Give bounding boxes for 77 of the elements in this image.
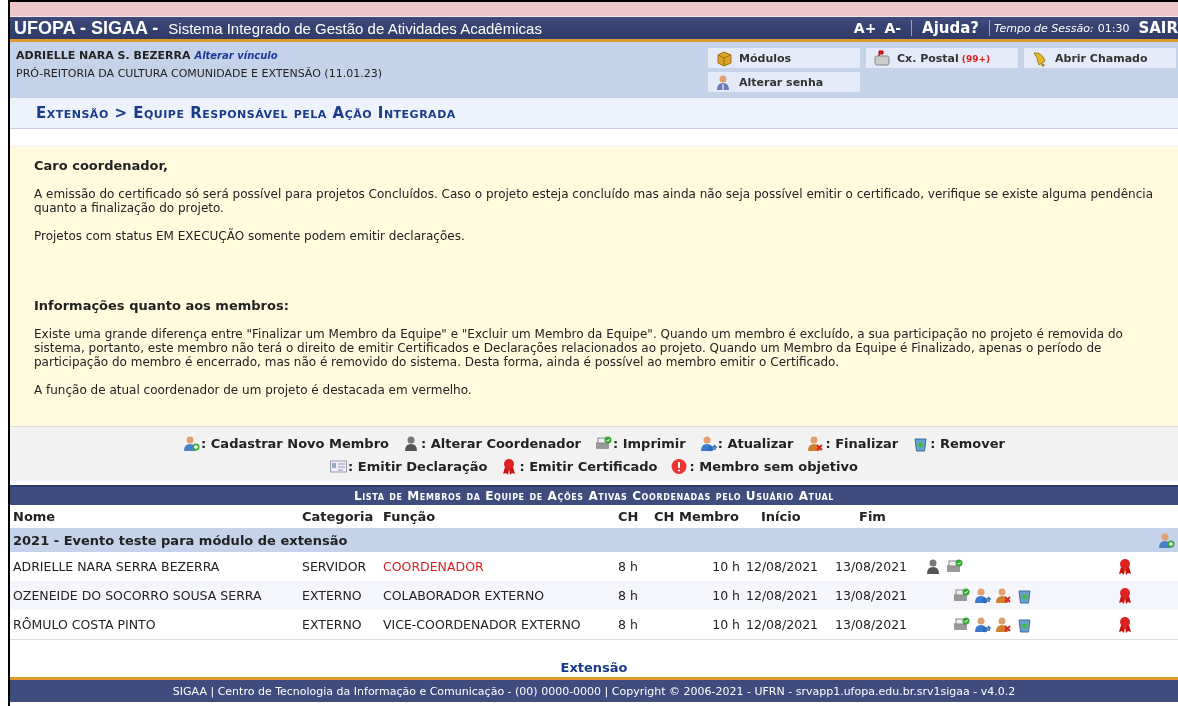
change-link[interactable]: Alterar vínculo	[194, 50, 278, 61]
legend-label: : Atualizar	[717, 436, 794, 451]
legend-label: : Cadastrar Novo Membro	[201, 436, 389, 451]
table-cell: 12/08/2021	[743, 610, 832, 639]
table-cell: SERVIDOR	[299, 552, 380, 581]
table-title: Lista de Membros da Equipe de Ações Ativas Coordenadas pelo Usuário Atual	[10, 486, 1178, 505]
legend-label: : Finalizar	[825, 436, 899, 451]
table-cell: 12/08/2021	[743, 552, 832, 581]
app-title: UFOPA - SIGAA -	[14, 17, 159, 39]
table-cell: ADRIELLE NARA SERRA BEZERRA	[10, 552, 299, 581]
column-header: Fim	[832, 505, 922, 528]
legend-label: : Remover	[930, 436, 1005, 451]
notice-paragraph: A função de atual coordenador de um projeto é destacada em vermelho.	[34, 383, 473, 397]
trash-icon[interactable]	[1016, 616, 1033, 633]
legend-label: : Emitir Declaração	[348, 459, 488, 474]
notice-greeting: Caro coordenador,	[34, 159, 169, 173]
shortcut-link[interactable]: Abrir Chamado	[1024, 48, 1176, 68]
help-link[interactable]: Ajuda?	[922, 19, 980, 37]
person-refresh-icon[interactable]	[974, 587, 991, 604]
table-cell: 8 h	[615, 552, 651, 581]
notice-paragraph: Projetos com status EM EXECUÇÃO somente podem emitir declarações.	[34, 229, 466, 243]
ribbon-icon[interactable]	[1117, 616, 1134, 633]
notice-heading: Informações quanto aos membros:	[34, 299, 290, 313]
column-header: Início	[743, 505, 832, 528]
group-row: 2021 - Evento teste para módulo de extensão	[10, 528, 1102, 552]
app-subtitle: Sistema Integrado de Gestão de Atividades Acadêmicas	[168, 19, 543, 37]
legend-label: : Emitir Certificado	[519, 459, 658, 474]
column-header: Função	[380, 505, 615, 528]
table-cell: 10 h	[651, 552, 743, 581]
font-decrease-link[interactable]: A-	[884, 20, 902, 36]
table-cell: 13/08/2021	[832, 581, 922, 610]
font-increase-link[interactable]: A+	[853, 20, 877, 36]
ribbon-icon[interactable]	[1117, 587, 1134, 604]
add-person-icon[interactable]	[1158, 531, 1175, 549]
notice-paragraph: Existe uma grande diferença entre "Finalizar um Membro da Equipe" e "Excluir um Membro da Equipe". Quando um membro é excluído, a sua participação no projeto é removida do sistema, portanto, este membro não terá o direito de emitir Certificados e Declarações relacionados ao projeto. Quando um Membro da Equipe é Finalizado, apenas o período de participação do membro é encerrado, mas não é removido do sistema. Desta forma, ainda é possível ao membro emitir o Certificado.	[34, 327, 1124, 369]
shortcut-link[interactable]: Alterar senha	[708, 72, 860, 92]
ribbon-icon[interactable]	[1117, 558, 1134, 575]
table-cell: EXTERNO	[299, 610, 380, 639]
table-cell: 10 h	[651, 610, 743, 639]
printer-icon[interactable]	[953, 587, 970, 604]
footer-text: SIGAA | Centro de Tecnologia da Informação e Comunicação - (00) 0000-0000 | Copyright © 2006-2021 - UFRN - srvapp1.ufopa.edu.br.srv1sigaa - v4.0.2	[172, 684, 1016, 698]
table-cell: EXTERNO	[299, 581, 380, 610]
session-label: Tempo de Sessão:	[994, 21, 1094, 35]
trash-icon[interactable]	[1016, 587, 1033, 604]
shortcut-link[interactable]: Módulos	[708, 48, 860, 68]
legend-label: : Alterar Coordenador	[421, 436, 581, 451]
table-cell: 13/08/2021	[832, 610, 922, 639]
notice-paragraph: A emissão do certificado só será possível para projetos Concluídos. Caso o projeto esteja concluído mas ainda não seja possível emitir o certificado, verifique se existe alguma pendência quanto a finalização do projeto.	[34, 187, 1154, 215]
logout-link[interactable]: SAIR	[1138, 19, 1178, 37]
column-header: CH Membro	[651, 505, 743, 528]
person-x-icon[interactable]	[995, 616, 1012, 633]
footer-link[interactable]: Extensão	[560, 660, 628, 675]
table-cell: 8 h	[615, 581, 651, 610]
table-cell: COORDENADOR	[380, 552, 615, 581]
person-icon[interactable]	[925, 558, 942, 575]
table-cell: RÔMULO COSTA PINTO	[10, 610, 299, 639]
column-header: Categoria	[299, 505, 380, 528]
printer-icon[interactable]	[953, 616, 970, 633]
table-cell: 8 h	[615, 610, 651, 639]
printer-icon[interactable]	[946, 558, 963, 575]
breadcrumb: Extensão > Equipe Responsável pela Ação Integrada	[36, 104, 456, 122]
column-header: Nome	[10, 505, 299, 528]
user-unit: PRÓ-REITORIA DA CULTURA COMUNIDADE E EXTENSÃO (11.01.23)	[16, 67, 383, 80]
table-cell: OZENEIDE DO SOCORRO SOUSA SERRA	[10, 581, 299, 610]
table-cell: VICE-COORDENADOR EXTERNO	[380, 610, 615, 639]
legend-label: : Imprimir	[613, 436, 686, 451]
table-cell: 10 h	[651, 581, 743, 610]
person-x-icon[interactable]	[995, 587, 1012, 604]
user-name: ADRIELLE NARA S. BEZERRA	[16, 49, 191, 62]
person-refresh-icon[interactable]	[974, 616, 991, 633]
table-cell: 12/08/2021	[743, 581, 832, 610]
session-time: 01:30	[1097, 21, 1130, 35]
table-cell: 13/08/2021	[832, 552, 922, 581]
column-header: CH	[615, 505, 651, 528]
table-cell: COLABORADOR EXTERNO	[380, 581, 615, 610]
legend-label: : Membro sem objetivo	[689, 459, 858, 474]
shortcut-link[interactable]: Cx. Postal (99+)	[866, 48, 1018, 68]
